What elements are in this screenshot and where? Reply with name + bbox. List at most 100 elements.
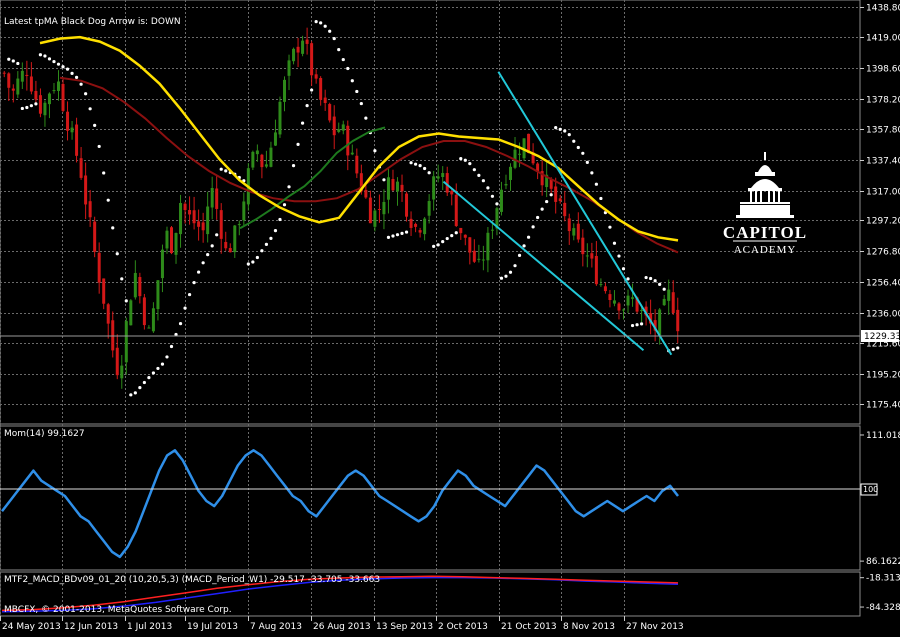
candle-bull: [441, 173, 445, 178]
time-tick-label: 21 Oct 2013: [501, 622, 557, 632]
sar-dot: [251, 260, 255, 264]
sar-dot: [391, 234, 395, 238]
candle-bull: [396, 181, 399, 192]
sar-dot: [260, 249, 264, 253]
candle-bear: [106, 304, 110, 324]
candle-bull: [477, 258, 481, 260]
sar-dot: [165, 355, 169, 359]
sar-dot: [219, 167, 223, 171]
sar-dot: [106, 198, 110, 202]
candle-bull: [667, 289, 671, 301]
candle-bull: [612, 300, 616, 304]
sar-dot: [224, 169, 228, 173]
sar-dot: [454, 231, 458, 235]
candle-bear: [219, 210, 223, 239]
price-tick-label: 1297.20: [866, 217, 900, 227]
candle-bull: [174, 232, 178, 255]
sar-dot: [61, 65, 65, 69]
candle-bear: [79, 158, 83, 178]
candle-bear: [463, 234, 467, 238]
sar-dot: [658, 282, 662, 286]
candle-bear: [558, 198, 562, 202]
candle-bull: [626, 295, 630, 306]
candle-bear: [2, 72, 6, 74]
candle-bear: [29, 76, 33, 92]
sar-dot: [52, 59, 56, 64]
candle-bull: [120, 365, 124, 379]
sar-dot: [526, 235, 531, 239]
sar-dot: [594, 182, 598, 186]
sar-dot: [300, 121, 305, 125]
macd-tick-label: -18.313: [866, 574, 900, 584]
candle-bear: [472, 250, 476, 262]
candle-bear: [310, 43, 314, 76]
candle-bull: [486, 232, 490, 261]
price-tick-label: 1357.80: [866, 126, 900, 136]
candle-bear: [66, 111, 70, 131]
sar-dot: [97, 144, 101, 149]
candle-bear: [328, 104, 332, 121]
candle-bull: [70, 127, 74, 133]
sar-dot: [621, 267, 626, 271]
candle-bear: [142, 297, 146, 326]
candle-bull: [151, 308, 155, 332]
sar-dot: [355, 89, 359, 94]
candle-bull: [436, 176, 440, 179]
sar-dot: [549, 193, 553, 197]
sar-dot: [450, 233, 454, 238]
sar-dot: [273, 229, 278, 233]
candle-bear: [364, 189, 368, 198]
sar-dot: [481, 179, 485, 183]
candle-bear: [450, 190, 454, 195]
candle-bull: [52, 90, 56, 92]
candle-bull: [165, 230, 169, 249]
candle-bull: [382, 201, 386, 215]
candle-bull: [350, 152, 354, 155]
candle-bear: [228, 248, 232, 253]
sar-dot: [74, 75, 79, 80]
sar-dot: [346, 66, 350, 71]
sar-dot: [56, 62, 61, 66]
sar-dot: [499, 276, 504, 280]
candle-bull: [640, 310, 644, 312]
candle-bear: [617, 303, 621, 311]
candle-bull: [427, 201, 431, 216]
sar-dot: [138, 385, 142, 390]
sar-dot: [671, 347, 675, 351]
sar-dot: [7, 57, 11, 61]
candle-bear: [296, 46, 300, 53]
sar-dot: [287, 185, 291, 189]
sar-dot: [296, 142, 300, 147]
sar-dot: [459, 157, 463, 161]
candle-bear: [459, 227, 463, 234]
copyright-label: MBCFX, © 2001-2013, MetaQuotes Software …: [4, 605, 232, 615]
sar-dot: [210, 244, 214, 248]
sar-dot: [563, 129, 567, 133]
sar-dot: [423, 166, 427, 171]
candle-bear: [102, 278, 106, 304]
sar-dot: [599, 196, 603, 201]
candle-bull: [57, 81, 60, 91]
price-tick-label: 1276.80: [866, 248, 900, 258]
logo-line1: CAPITOL: [723, 223, 807, 242]
candle-bear: [93, 221, 97, 252]
candle-bull: [273, 132, 277, 146]
candle-bear: [183, 203, 187, 211]
sar-dot: [477, 173, 481, 177]
candle-bull: [658, 309, 662, 336]
sar-dot: [504, 274, 508, 278]
candle-bull: [301, 40, 305, 54]
sar-dot: [359, 101, 363, 106]
candle-bear: [25, 74, 29, 76]
sar-dot: [508, 270, 513, 274]
candle-bear: [197, 221, 201, 227]
sar-dot: [567, 133, 571, 137]
logo-line2: ACADEMY: [734, 244, 797, 256]
sar-dot: [147, 376, 151, 380]
candle-bear: [554, 186, 558, 202]
sar-dot: [34, 102, 38, 106]
candle-bear: [468, 237, 472, 253]
sar-dot: [662, 287, 666, 291]
sar-dot: [70, 71, 74, 75]
candle-bull: [287, 60, 291, 76]
